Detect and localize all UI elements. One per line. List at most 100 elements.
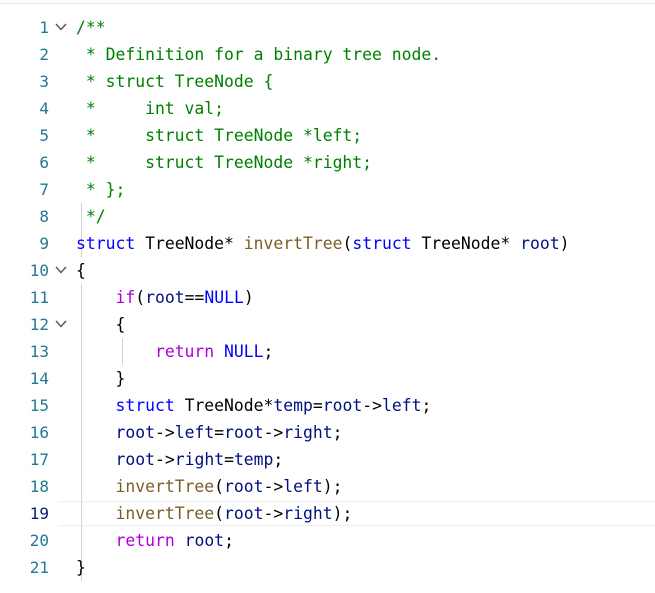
code-text: * Definition for a binary tree node. xyxy=(76,41,441,68)
code-token: invertTree xyxy=(115,477,215,496)
code-token: } xyxy=(76,369,126,388)
code-token: NULL xyxy=(204,288,244,307)
code-token: root xyxy=(224,477,264,496)
code-text: { xyxy=(76,257,86,284)
code-token: temp xyxy=(273,396,313,415)
line-number: 18 xyxy=(29,477,49,496)
code-text: /** xyxy=(76,14,106,41)
code-line[interactable]: 8 */ xyxy=(0,203,655,230)
line-number: 20 xyxy=(29,531,49,550)
line-number: 13 xyxy=(29,342,49,361)
code-line[interactable]: 9 struct TreeNode* invertTree(struct Tree… xyxy=(0,230,655,257)
code-line[interactable]: 2 * Definition for a binary tree node. xyxy=(0,41,655,68)
line-number: 19 xyxy=(29,504,49,523)
code-line[interactable]: 19 invertTree(root->right); xyxy=(0,500,655,527)
code-token: return xyxy=(115,531,175,550)
code-text: invertTree(root->left); xyxy=(76,473,343,500)
code-token: invertTree xyxy=(115,504,215,523)
code-token: left xyxy=(174,423,215,442)
code-line[interactable]: 6 * struct TreeNode *right; xyxy=(0,149,655,176)
code-token: temp xyxy=(233,450,274,469)
code-line[interactable]: 15 struct TreeNode*temp=root->left; xyxy=(0,392,655,419)
line-number: 3 xyxy=(39,72,49,91)
code-token: -> xyxy=(263,504,284,523)
code-line[interactable]: 1 /** xyxy=(0,14,655,41)
code-token: ; xyxy=(421,396,432,415)
code-token: ); xyxy=(322,477,343,496)
code-editor[interactable]: 1 /** 2 * Definition for a binary tree nod… xyxy=(0,14,655,581)
code-line[interactable]: 11 if(root==NULL) xyxy=(0,284,655,311)
code-line[interactable]: 13 return NULL; xyxy=(0,338,655,365)
code-text: { xyxy=(76,311,125,338)
code-token: -> xyxy=(362,396,382,415)
code-text: if(root==NULL) xyxy=(76,284,254,311)
code-line[interactable]: 12 { xyxy=(0,311,655,338)
code-token: ) xyxy=(243,288,254,307)
code-token: ( xyxy=(214,477,225,496)
code-token: * xyxy=(500,234,521,253)
code-line[interactable]: 4 * int val; xyxy=(0,95,655,122)
editor-top-border xyxy=(0,3,655,4)
code-token: ( xyxy=(214,504,225,523)
code-token: root xyxy=(115,450,155,469)
code-token: * int val; xyxy=(76,99,225,118)
code-token: struct xyxy=(76,234,136,253)
code-token: ); xyxy=(332,504,353,523)
code-token: { xyxy=(76,315,126,334)
code-line[interactable]: 18 invertTree(root->left); xyxy=(0,473,655,500)
code-text: root->right=temp; xyxy=(76,446,283,473)
code-line[interactable]: 20 return root; xyxy=(0,527,655,554)
code-line[interactable]: 14 } xyxy=(0,365,655,392)
code-line[interactable]: 3 * struct TreeNode { xyxy=(0,68,655,95)
code-token: if xyxy=(115,288,136,307)
code-token: root xyxy=(115,423,155,442)
line-number: 9 xyxy=(39,234,49,253)
code-token: ( xyxy=(135,288,146,307)
code-token: * }; xyxy=(76,180,126,199)
line-number: 7 xyxy=(39,180,49,199)
code-token: root xyxy=(520,234,560,253)
code-token: struct xyxy=(352,234,412,253)
code-text: * int val; xyxy=(76,95,224,122)
code-text: root->left=root->right; xyxy=(76,419,342,446)
line-number: 5 xyxy=(39,126,49,145)
code-line[interactable]: 5 * struct TreeNode *left; xyxy=(0,122,655,149)
line-number: 17 xyxy=(29,450,49,469)
line-number: 14 xyxy=(29,369,49,388)
code-text: return NULL; xyxy=(76,338,273,365)
code-token: { xyxy=(76,261,86,280)
code-line[interactable]: 7 * }; xyxy=(0,176,655,203)
line-number: 12 xyxy=(29,315,49,334)
code-line[interactable]: 16 root->left=root->right; xyxy=(0,419,655,446)
code-token: struct xyxy=(115,396,175,415)
code-token: NULL xyxy=(224,342,264,361)
code-line[interactable]: 21} xyxy=(0,554,655,581)
code-token: TreeNode xyxy=(411,234,501,253)
code-line[interactable]: 10 { xyxy=(0,257,655,284)
code-token: ; xyxy=(263,342,274,361)
code-token: left xyxy=(283,477,323,496)
line-number: 16 xyxy=(29,423,49,442)
code-token: * struct TreeNode { xyxy=(76,72,274,91)
code-token: TreeNode xyxy=(174,396,264,415)
code-text: } xyxy=(76,365,125,392)
code-token: root xyxy=(184,531,225,550)
code-token: -> xyxy=(263,477,284,496)
code-token: root xyxy=(322,396,363,415)
code-token: -> xyxy=(154,423,175,442)
line-number: 10 xyxy=(29,261,49,280)
code-text: * struct TreeNode *left; xyxy=(76,122,362,149)
code-text: return root; xyxy=(76,527,233,554)
code-token: root xyxy=(145,288,185,307)
code-token: = xyxy=(224,450,234,469)
code-line[interactable]: 17 root->right=temp; xyxy=(0,446,655,473)
